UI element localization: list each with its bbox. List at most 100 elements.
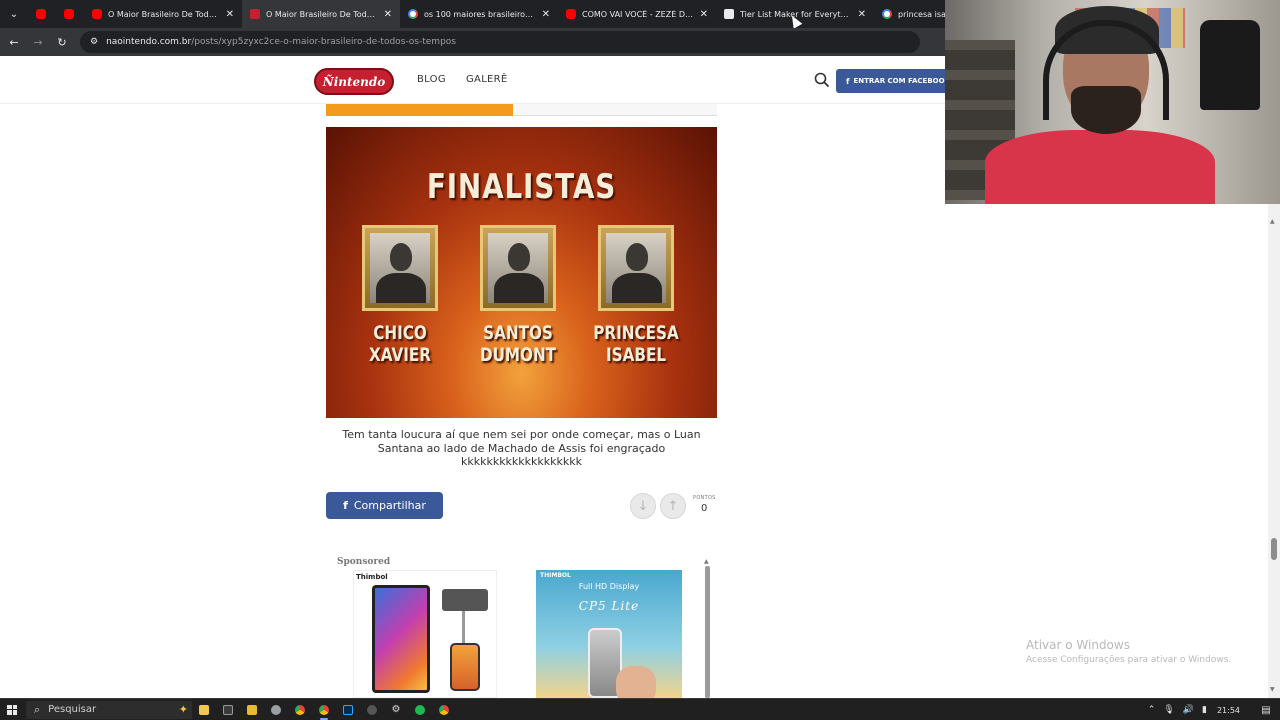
tab-close-icon[interactable]: ✕ <box>384 9 392 20</box>
portrait-frame-3 <box>598 225 674 311</box>
ad-scrollbar[interactable]: ▲ <box>704 558 710 698</box>
naointendo-icon <box>250 9 260 19</box>
tab-maior-brasileiro-naointendo[interactable]: O Maior Brasileiro De Todos Os ✕ <box>242 0 400 28</box>
background-shirt <box>1200 20 1260 110</box>
tab-100-maiores-google[interactable]: os 100 maiores brasileiros de to ✕ <box>400 0 558 28</box>
google-icon <box>408 9 418 19</box>
finalist-name-2: SANTOS DUMONT <box>474 322 562 366</box>
nav-blog-link[interactable]: BLOG <box>417 74 446 85</box>
app-icon[interactable] <box>264 699 288 720</box>
watermark-subtitle: Acesse Configurações para ativar o Windo… <box>1026 655 1232 665</box>
phone-image <box>450 643 480 691</box>
finalist-first-name: CHICO <box>373 322 427 344</box>
google-icon <box>882 9 892 19</box>
url-path: /posts/xyp5zyxc2ce-o-maior-brasileiro-de… <box>191 37 456 47</box>
portrait-head <box>390 243 412 271</box>
spotify-icon[interactable] <box>408 699 432 720</box>
app-icon[interactable] <box>360 699 384 720</box>
youtube-icon <box>92 9 102 19</box>
url-host: naointendo.com.br <box>106 37 192 47</box>
tab-pinned-1[interactable] <box>28 0 56 28</box>
windows-activation-watermark: Ativar o Windows Acesse Configurações pa… <box>1026 638 1231 665</box>
ad-headline: Full HD Display <box>578 582 640 591</box>
post-caption: Tem tanta loucura aí que nem sei por ond… <box>342 428 701 468</box>
watermark-title: Ativar o Windows <box>1026 638 1130 652</box>
search-icon[interactable] <box>814 72 830 88</box>
facebook-login-label: ENTRAR COM FACEBOOK <box>853 77 951 85</box>
tab-title: O Maior Brasileiro De Todos Os <box>108 9 220 19</box>
portrait-body <box>376 273 426 303</box>
finalist-last-name: XAVIER <box>369 344 431 366</box>
upvote-arrow-icon[interactable]: ↑ <box>660 493 686 519</box>
previous-image-right <box>513 104 717 116</box>
site-logo[interactable]: Ñintendo <box>314 68 394 95</box>
address-bar[interactable]: ⚙ naointendo.com.br/posts/xyp5zyxc2ce-o-… <box>80 31 920 53</box>
finalist-first-name: PRINCESA <box>593 322 679 344</box>
taskbar: ⌕ Pesquisar ✦ ⚙ ⌃ 🎙 🔊 ▮ 21:54 ▤ <box>0 698 1280 720</box>
screen: ⌄ O Maior Brasileiro De Todos Os ✕ O Mai… <box>0 0 1280 720</box>
facebook-login-button[interactable]: f ENTRAR COM FACEBOOK <box>836 69 956 93</box>
windows-start-button[interactable] <box>0 699 24 720</box>
reload-icon[interactable]: ↻ <box>50 28 74 56</box>
notification-icon[interactable]: ▤ <box>1256 705 1276 716</box>
finalist-name-3: PRINCESA ISABEL <box>592 322 680 366</box>
tab-pinned-2[interactable] <box>56 0 84 28</box>
tab-title: COMO VAI VOCÊ - ZEZÉ DI CAM <box>582 9 694 19</box>
downvote-arrow-icon[interactable]: ↓ <box>630 493 656 519</box>
tab-close-icon[interactable]: ✕ <box>542 9 550 20</box>
back-arrow-icon[interactable]: ← <box>2 28 26 56</box>
points-value: 0 <box>701 503 708 514</box>
previous-image-left <box>326 104 513 116</box>
portrait-head <box>626 243 648 271</box>
tab-close-icon[interactable]: ✕ <box>226 9 234 20</box>
forward-arrow-icon[interactable]: → <box>26 28 50 56</box>
copilot-sparkle-icon: ✦ <box>178 702 188 716</box>
microphone-icon[interactable]: 🎙 <box>1163 705 1174 715</box>
taskbar-search-placeholder: Pesquisar <box>48 704 97 715</box>
photoshop-icon[interactable] <box>336 699 360 720</box>
tab-close-icon[interactable]: ✕ <box>858 9 866 20</box>
clock[interactable]: 21:54 <box>1217 706 1240 715</box>
page-scrollbar[interactable]: ▲ ▼ <box>1268 204 1280 698</box>
phone-image <box>442 589 488 611</box>
file-explorer-icon[interactable] <box>240 699 264 720</box>
finalist-last-name: ISABEL <box>605 344 667 366</box>
chrome-icon[interactable] <box>288 699 312 720</box>
settings-icon[interactable]: ⚙ <box>384 699 408 720</box>
ad-tablet[interactable]: Thimbol <box>353 570 497 698</box>
facebook-icon: f <box>343 499 348 512</box>
chrome-icon[interactable] <box>432 699 456 720</box>
page-scroll-thumb[interactable] <box>1271 538 1277 560</box>
portrait-photo <box>370 233 430 303</box>
nav-gallery-link[interactable]: GALERÊ <box>466 74 508 85</box>
site-info-icon[interactable]: ⚙ <box>90 37 98 47</box>
chrome-active-icon[interactable] <box>312 699 336 720</box>
points-label: PONTOS <box>693 495 716 501</box>
windows-logo-icon <box>7 704 17 715</box>
scroll-down-arrow-icon[interactable]: ▼ <box>1270 686 1275 693</box>
tab-maior-brasileiro-youtube[interactable]: O Maior Brasileiro De Todos Os ✕ <box>84 0 242 28</box>
scroll-up-arrow-icon[interactable]: ▲ <box>704 558 709 565</box>
youtube-icon <box>64 9 74 19</box>
tab-search-chevron-icon[interactable]: ⌄ <box>0 0 28 28</box>
post-image: FINALISTAS CHICO XAVIER SANTOS DUMONT PR… <box>326 127 717 418</box>
ad-phone[interactable]: THIMBOL Full HD Display CP5 Lite <box>536 570 682 698</box>
portrait-frame-1 <box>362 225 438 311</box>
task-view-icon[interactable] <box>192 699 216 720</box>
scroll-up-arrow-icon[interactable]: ▲ <box>1270 218 1275 225</box>
finalist-first-name: SANTOS <box>483 322 553 344</box>
portrait-body <box>494 273 544 303</box>
share-facebook-button[interactable]: f Compartilhar <box>326 492 443 519</box>
previous-image-strip <box>326 104 717 116</box>
portrait-head <box>508 243 530 271</box>
battery-icon[interactable]: ▮ <box>1202 705 1207 715</box>
ad-scroll-thumb[interactable] <box>705 566 710 698</box>
tab-como-vai-voce-youtube[interactable]: COMO VAI VOCÊ - ZEZÉ DI CAM ✕ <box>558 0 716 28</box>
volume-icon[interactable]: 🔊 <box>1183 705 1194 715</box>
app-icon[interactable] <box>216 699 240 720</box>
portrait-body <box>612 273 662 303</box>
tab-close-icon[interactable]: ✕ <box>700 9 708 20</box>
chevron-up-icon[interactable]: ⌃ <box>1148 705 1156 715</box>
portrait-frame-2 <box>480 225 556 311</box>
taskbar-search-box[interactable]: ⌕ Pesquisar ✦ <box>26 700 192 719</box>
